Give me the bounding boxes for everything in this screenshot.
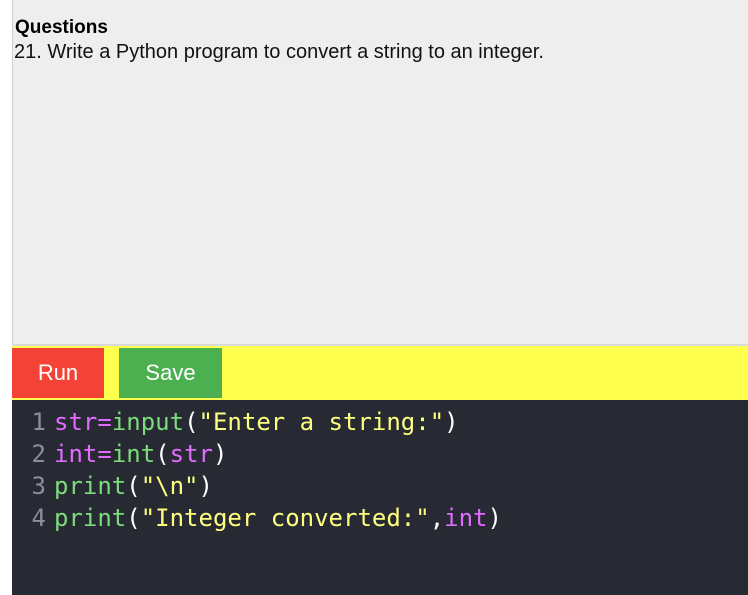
code-token: ) — [198, 472, 213, 500]
code-token: input — [111, 408, 185, 436]
code-token: ( — [126, 504, 141, 532]
line-number: 4 — [31, 504, 46, 532]
code-token: str — [169, 440, 213, 468]
code-line[interactable]: 1 str=input("Enter a string:") — [12, 406, 748, 438]
code-token: int — [111, 440, 156, 468]
code-token: "\n" — [140, 472, 199, 500]
editor-toolbar: Run Save — [12, 344, 748, 400]
code-line[interactable]: 4 print("Integer converted:",int) — [12, 502, 748, 534]
code-token: print — [54, 472, 127, 500]
code-token: = — [97, 440, 112, 468]
page: Questions 21. Write a Python program to … — [0, 0, 748, 595]
code-token: "Integer converted:" — [140, 504, 430, 532]
code-token: print — [54, 504, 127, 532]
line-number: 2 — [31, 440, 46, 468]
question-text: 21. Write a Python program to convert a … — [14, 41, 544, 63]
question-heading: Questions — [15, 17, 108, 38]
line-number: 1 — [31, 408, 46, 436]
code-token: ( — [126, 472, 141, 500]
line-number: 3 — [31, 472, 46, 500]
run-button[interactable]: Run — [12, 348, 104, 398]
code-editor[interactable]: 1 str=input("Enter a string:") 2 int=int(st… — [12, 400, 748, 595]
code-token: int — [444, 504, 488, 532]
code-token: ) — [212, 440, 228, 468]
code-token: ( — [155, 440, 170, 468]
question-panel: Questions 21. Write a Python program to … — [12, 0, 748, 344]
code-token: ( — [184, 408, 199, 436]
code-token: , — [429, 504, 445, 532]
code-token: ) — [444, 408, 459, 436]
code-line[interactable]: 3 print("\n") — [12, 470, 748, 502]
code-token: = — [97, 408, 112, 436]
code-token: "Enter a string:" — [198, 408, 445, 436]
save-button[interactable]: Save — [119, 348, 222, 398]
code-line[interactable]: 2 int=int(str) — [12, 438, 748, 470]
code-token: str — [54, 408, 98, 436]
code-token: int — [54, 440, 98, 468]
code-token: ) — [487, 504, 502, 532]
